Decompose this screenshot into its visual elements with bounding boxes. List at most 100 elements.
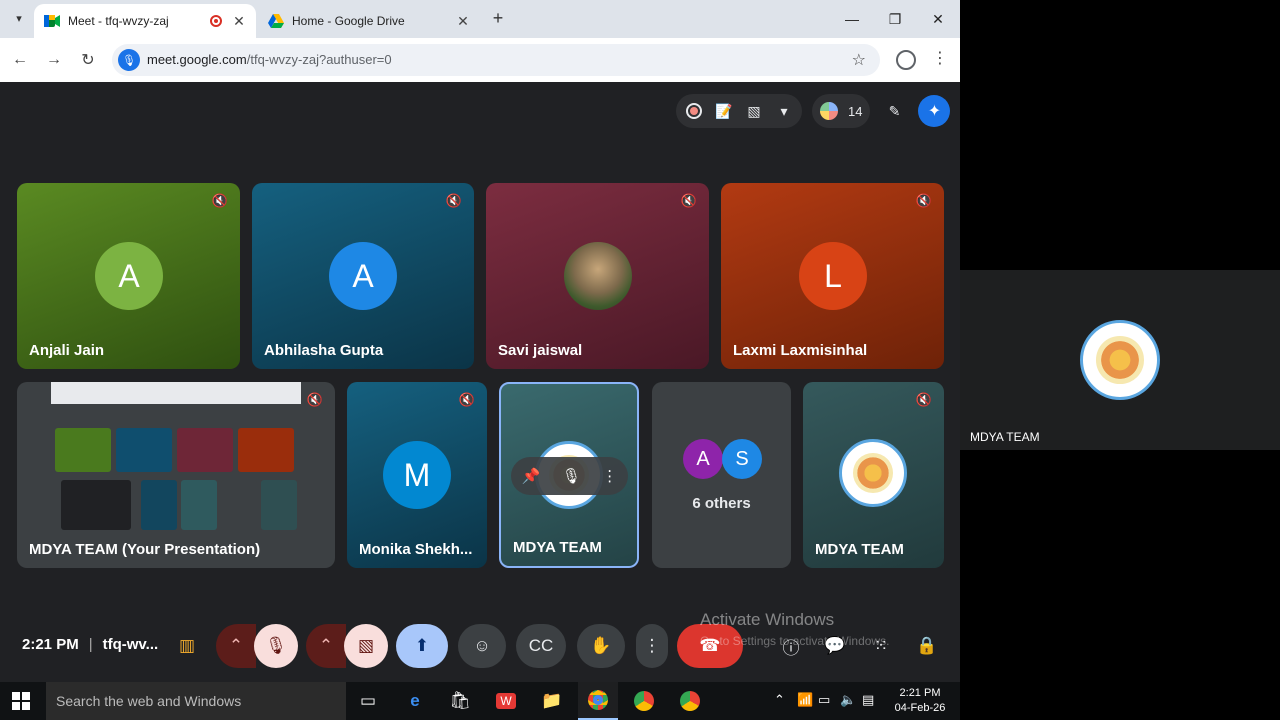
- minimize-button[interactable]: —: [837, 6, 867, 32]
- participant-tile[interactable]: 🔇 A Anjali Jain: [17, 183, 240, 369]
- host-controls-icon[interactable]: 🔒: [914, 624, 940, 668]
- chrome-icon[interactable]: [624, 682, 664, 720]
- chevron-down-icon[interactable]: ▾: [774, 101, 794, 121]
- gemini-icon[interactable]: ✦: [918, 95, 951, 127]
- raise-hand-button[interactable]: ✋: [577, 624, 625, 668]
- taskbar-clock[interactable]: 2:21 PM 04-Feb-26: [890, 686, 950, 716]
- url-text[interactable]: meet.google.com/tfq-wvzy-zaj?authuser=0: [147, 52, 392, 67]
- notifications-icon[interactable]: ▤: [862, 692, 874, 708]
- network-icon[interactable]: 📶: [797, 692, 813, 708]
- avatar: M: [383, 441, 451, 509]
- tile-hover-controls: 📌 🎙 ⋮: [511, 457, 628, 495]
- browser-window: ▾ Meet - tfq-wvzy-zaj ✕ Home - Google Dr…: [0, 0, 960, 682]
- companion-icon[interactable]: ▥: [172, 624, 202, 668]
- mic-off-icon: 🔇: [445, 193, 463, 208]
- mic-off-icon: 🔇: [915, 392, 933, 407]
- profile-icon[interactable]: [896, 50, 916, 70]
- participant-count: 14: [848, 103, 863, 119]
- address-bar[interactable]: 🎙 meet.google.com/tfq-wvzy-zaj?authuser=…: [112, 44, 880, 76]
- camera-off-button[interactable]: ▧: [344, 624, 388, 668]
- others-count: 6 others: [692, 495, 751, 512]
- mic-off-icon: 🔇: [458, 392, 476, 407]
- present-screen-button[interactable]: ⬆: [396, 624, 448, 668]
- emoji-reactions-button[interactable]: ☺: [458, 624, 506, 668]
- tab-meet[interactable]: Meet - tfq-wvzy-zaj ✕: [34, 4, 256, 38]
- screen: ▾ Meet - tfq-wvzy-zaj ✕ Home - Google Dr…: [0, 0, 1280, 720]
- captions-button[interactable]: CC: [516, 624, 566, 668]
- recording-icon[interactable]: [684, 101, 704, 121]
- participant-name: Laxmi Laxmisinhal: [733, 342, 868, 359]
- windows-start-icon[interactable]: [12, 692, 30, 710]
- camera-off-status-icon[interactable]: ▧: [744, 101, 764, 121]
- browser-menu-icon[interactable]: ⋮: [932, 48, 948, 68]
- new-tab-button[interactable]: +: [488, 8, 508, 30]
- meeting-info: 2:21 PM | tfq-wv...: [22, 636, 159, 653]
- audio-settings-chevron-icon[interactable]: ⌃: [216, 624, 256, 668]
- participant-name: MDYA TEAM (Your Presentation): [29, 541, 261, 558]
- reload-icon[interactable]: ↻: [76, 48, 100, 72]
- participant-name: Anjali Jain: [29, 342, 105, 359]
- team-logo: [1080, 320, 1160, 400]
- bookmark-star-icon[interactable]: ☆: [852, 50, 866, 70]
- close-tab-icon[interactable]: ✕: [232, 13, 246, 30]
- avatar: L: [799, 242, 867, 310]
- video-settings-chevron-icon[interactable]: ⌃: [306, 624, 346, 668]
- participant-tile[interactable]: 🔇 Savi jaiswal: [486, 183, 709, 369]
- participants-button[interactable]: 14: [812, 94, 871, 128]
- participants-icon: [820, 102, 838, 120]
- store-icon[interactable]: 🛍: [440, 682, 480, 720]
- presentation-tile[interactable]: 🔇 MDYA TEAM (Your Presentation): [17, 382, 335, 568]
- more-options-button[interactable]: ⋮: [636, 624, 668, 668]
- forward-icon[interactable]: →: [42, 48, 66, 72]
- avatar-photo: [564, 242, 632, 310]
- participant-tile[interactable]: 🔇 A Abhilasha Gupta: [252, 183, 474, 369]
- tab-search-button[interactable]: ▾: [8, 7, 30, 29]
- participant-name: MDYA TEAM: [513, 539, 602, 556]
- team-logo: [839, 439, 907, 507]
- participant-tile[interactable]: 🔇 MDYA TEAM: [803, 382, 944, 568]
- activate-windows-subtitle: Go to Settings to activate Windows.: [700, 634, 890, 648]
- browser-toolbar: ← → ↻ 🎙 meet.google.com/tfq-wvzy-zaj?aut…: [0, 38, 960, 82]
- meeting-code[interactable]: tfq-wv...: [103, 636, 159, 653]
- restore-button[interactable]: ❐: [880, 6, 910, 32]
- recording-indicator-icon: [210, 15, 222, 27]
- wps-office-icon[interactable]: W: [486, 682, 526, 720]
- mic-off-icon: 🔇: [680, 193, 698, 208]
- mic-off-icon: 🔇: [915, 193, 933, 208]
- chrome-icon[interactable]: [670, 682, 710, 720]
- pin-icon[interactable]: 📌: [522, 467, 541, 485]
- tab-drive[interactable]: Home - Google Drive ✕: [258, 4, 480, 38]
- close-tab-icon[interactable]: ✕: [456, 13, 470, 30]
- tab-title: Home - Google Drive: [292, 14, 405, 28]
- audio-off-icon: 🔇: [306, 392, 324, 407]
- back-icon[interactable]: ←: [8, 48, 32, 72]
- mic-off-button[interactable]: 🎙: [254, 624, 298, 668]
- mic-off-icon: 🔇: [211, 193, 229, 208]
- notes-icon[interactable]: 📝: [714, 101, 734, 121]
- participant-tile[interactable]: 🔇 M Monika Shekh...: [347, 382, 487, 568]
- participant-tile-hovered[interactable]: 📌 🎙 ⋮ MDYA TEAM: [499, 382, 639, 568]
- avatar: A: [95, 242, 163, 310]
- edit-icon[interactable]: ✎: [880, 97, 908, 125]
- battery-icon[interactable]: ▭: [818, 692, 830, 708]
- others-tile[interactable]: A S 6 others: [652, 382, 791, 568]
- close-window-button[interactable]: ✕: [923, 6, 953, 32]
- volume-muted-icon[interactable]: 🔈: [840, 692, 856, 708]
- avatar: S: [722, 439, 762, 479]
- chrome-icon[interactable]: [578, 682, 618, 720]
- more-options-icon[interactable]: ⋮: [602, 467, 617, 485]
- participant-tile[interactable]: 🔇 L Laxmi Laxmisinhal: [721, 183, 944, 369]
- recording-controls: 📝 ▧ ▾: [676, 94, 802, 128]
- clock-time: 2:21 PM: [899, 687, 941, 699]
- self-view-name: MDYA TEAM: [970, 430, 1040, 444]
- taskbar-search[interactable]: Search the web and Windows: [46, 682, 346, 720]
- task-view-icon[interactable]: ▭: [348, 682, 388, 720]
- show-hidden-icons-icon[interactable]: ⌃: [774, 692, 785, 708]
- edge-icon[interactable]: e: [395, 682, 435, 720]
- file-explorer-icon[interactable]: 📁: [532, 682, 572, 720]
- avatar: A: [329, 242, 397, 310]
- mic-icon[interactable]: 🎙: [562, 467, 581, 485]
- meeting-time: 2:21 PM: [22, 636, 79, 653]
- mic-in-use-icon[interactable]: 🎙: [118, 49, 140, 71]
- drive-icon: [268, 14, 284, 28]
